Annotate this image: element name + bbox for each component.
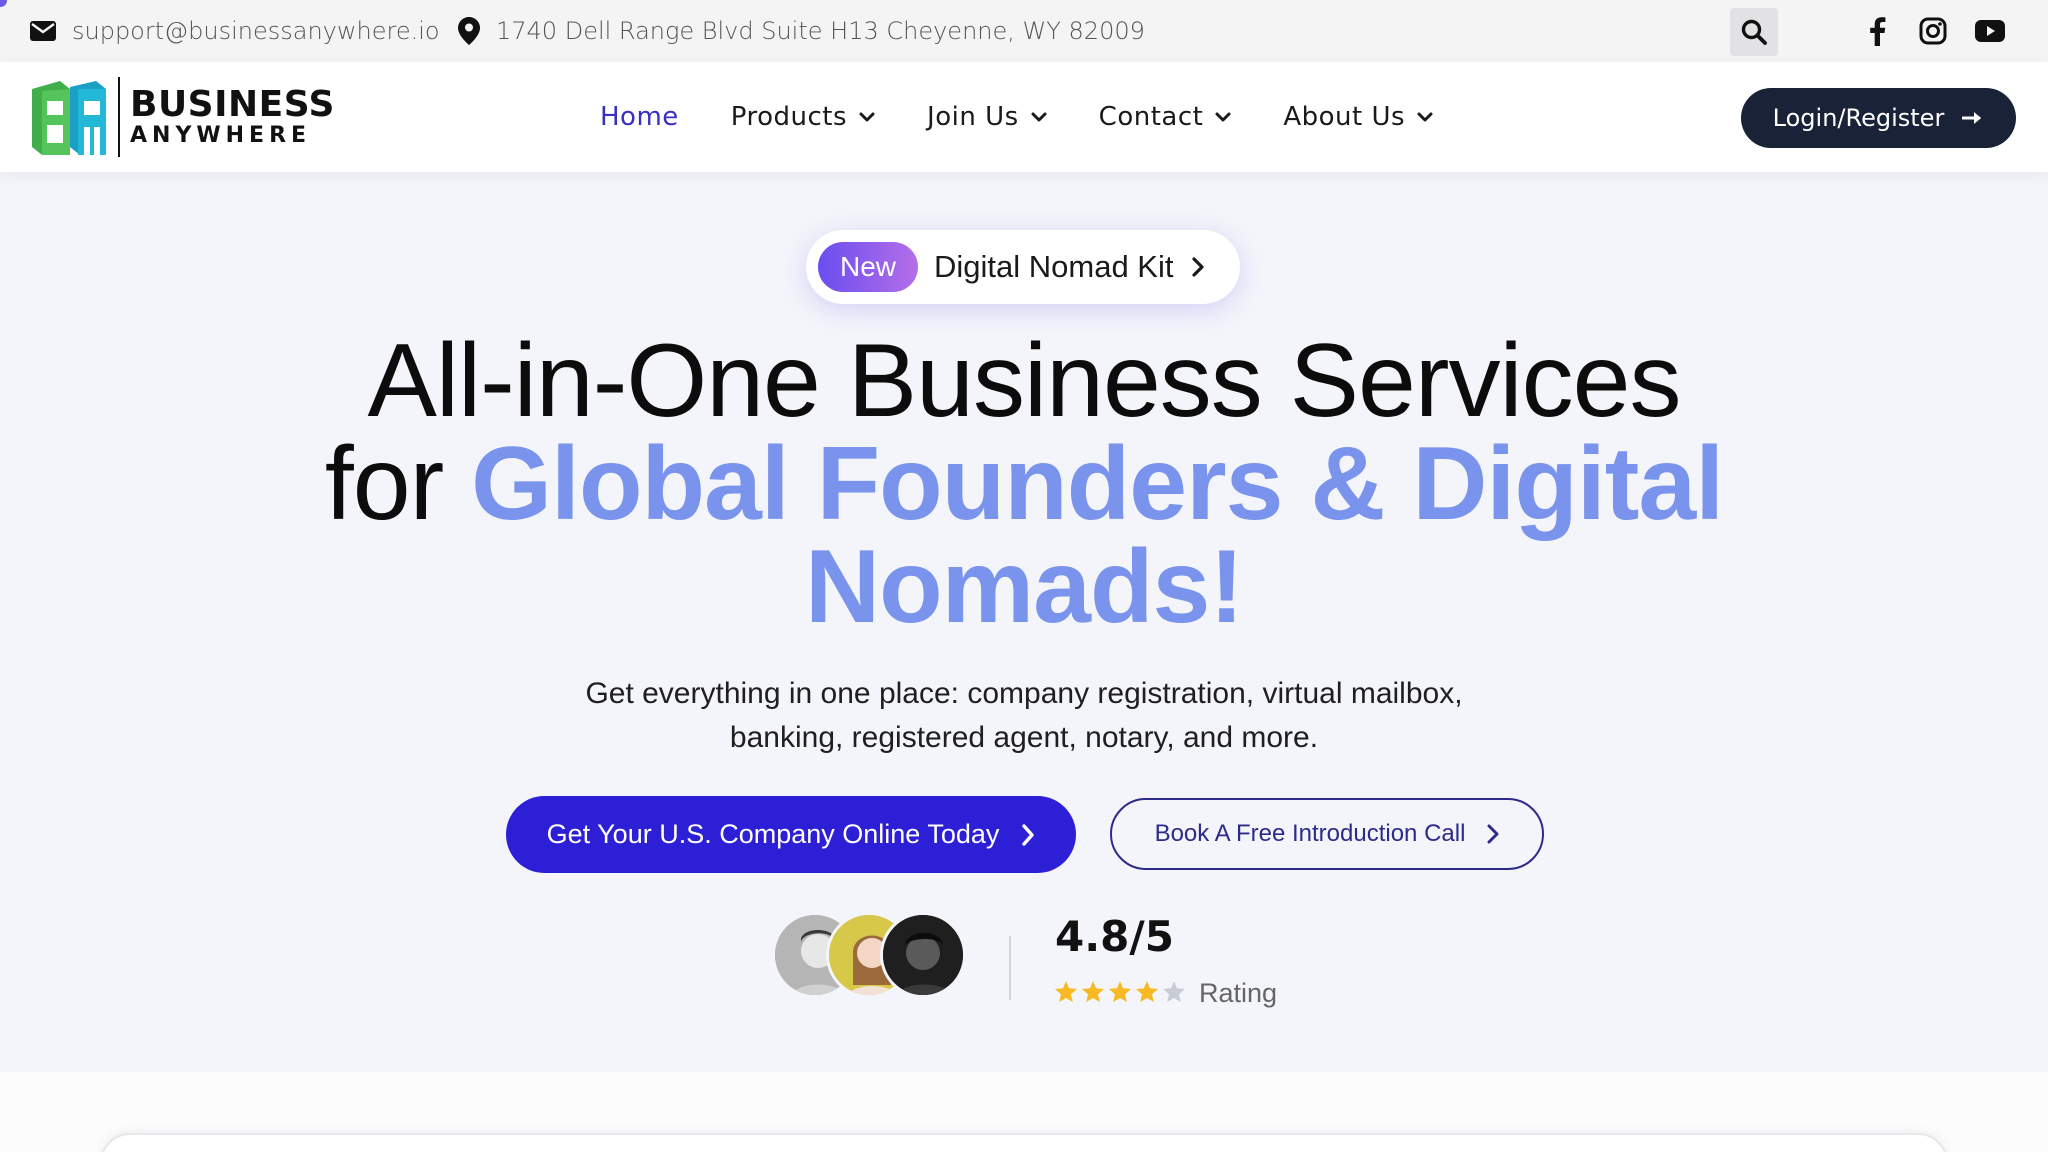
avatar <box>880 912 966 998</box>
login-register-label: Login/Register <box>1772 104 1945 132</box>
nav-item-label: Contact <box>1098 102 1204 132</box>
headline-accent-1: Global Founders & Digital <box>471 426 1724 542</box>
star-filled-icon <box>1136 981 1158 1002</box>
top-contact-bar: support@businessanywhere.io 1740 Dell Ra… <box>0 0 2048 62</box>
instagram-icon <box>1919 17 1947 45</box>
youtube-icon <box>1975 20 2005 42</box>
nav-item-join-us[interactable]: Join Us <box>927 102 1047 132</box>
nav-item-label: Join Us <box>927 102 1019 132</box>
nav-item-label: Products <box>730 102 848 132</box>
chevron-down-icon <box>1417 112 1433 122</box>
main-nav: Home Products Join Us Contact About Us <box>600 62 1485 172</box>
digital-nomad-kit-badge[interactable]: New Digital Nomad Kit <box>806 230 1240 304</box>
get-company-online-button[interactable]: Get Your U.S. Company Online Today <box>506 796 1076 873</box>
facebook-icon <box>1870 17 1886 46</box>
star-filled-icon <box>1109 981 1131 1002</box>
badge-label: Digital Nomad Kit <box>934 249 1174 284</box>
logo-line2: ANYWHERE <box>130 123 312 148</box>
nav-item-label: About Us <box>1283 102 1406 132</box>
nav-item-label: Home <box>600 102 679 132</box>
star-filled-icon <box>1082 981 1104 1002</box>
login-register-button[interactable]: Login/Register <box>1741 88 2016 148</box>
cta-secondary-label: Book A Free Introduction Call <box>1154 820 1466 847</box>
hero-subtext-line1: Get everything in one place: company reg… <box>585 677 1463 710</box>
headline-accent-2: Nomads! <box>805 529 1244 645</box>
main-header: BUSINESS ANYWHERE Home Products Join Us … <box>0 62 2048 172</box>
arrow-right-icon <box>1962 112 1982 124</box>
facebook-link[interactable] <box>1860 14 1894 48</box>
contact-email[interactable]: support@businessanywhere.io <box>30 0 440 62</box>
logo-line1: BUSINESS <box>130 84 335 125</box>
new-tag: New <box>818 242 918 292</box>
nav-item-home[interactable]: Home <box>600 102 679 132</box>
hero-section: New Digital Nomad Kit All-in-One Busines… <box>0 172 2048 1072</box>
chevron-down-icon <box>859 112 875 122</box>
chevron-right-icon <box>1487 824 1499 844</box>
instagram-link[interactable] <box>1916 14 1950 48</box>
logo-mark-icon <box>32 81 106 155</box>
nav-item-contact[interactable]: Contact <box>1099 102 1232 132</box>
headline-for: for <box>324 426 444 542</box>
star-empty-icon <box>1163 981 1185 1002</box>
logo-divider <box>118 77 120 157</box>
star-filled-icon <box>1055 981 1077 1002</box>
rating-divider <box>1009 936 1011 1000</box>
chevron-down-icon <box>1215 112 1231 122</box>
chevron-right-icon <box>1022 823 1035 846</box>
headline-line1: All-in-One Business Services <box>367 323 1682 439</box>
logo-wordmark: BUSINESS ANYWHERE <box>130 87 335 147</box>
next-section-card <box>100 1133 1948 1152</box>
customer-avatars <box>772 912 972 1002</box>
nav-item-about-us[interactable]: About Us <box>1283 102 1433 132</box>
person-avatar-icon <box>883 915 963 995</box>
map-pin-icon <box>458 17 480 45</box>
contact-address[interactable]: 1740 Dell Range Blvd Suite H13 Cheyenne,… <box>458 0 1145 62</box>
contact-email-text: support@businessanywhere.io <box>72 17 440 45</box>
hero-headline: All-in-One Business Services for Global … <box>200 329 1848 639</box>
hero-subtext-line2: banking, registered agent, notary, and m… <box>729 721 1319 754</box>
hero-subtext: Get everything in one place: company reg… <box>474 672 1574 760</box>
search-button[interactable] <box>1730 8 1778 56</box>
search-icon <box>1741 19 1767 45</box>
cta-primary-label: Get Your U.S. Company Online Today <box>546 819 1000 849</box>
youtube-link[interactable] <box>1973 14 2007 48</box>
envelope-icon <box>30 21 56 41</box>
nav-item-products[interactable]: Products <box>731 102 875 132</box>
chevron-right-icon <box>1192 257 1205 277</box>
rating-value: 4.8/5 <box>1055 912 1174 961</box>
book-intro-call-button[interactable]: Book A Free Introduction Call <box>1110 798 1544 870</box>
corner-dot <box>0 0 7 7</box>
logo[interactable]: BUSINESS ANYWHERE <box>30 76 335 158</box>
rating-label: Rating <box>1199 978 1278 1008</box>
contact-address-text: 1740 Dell Range Blvd Suite H13 Cheyenne,… <box>496 17 1145 45</box>
chevron-down-icon <box>1031 112 1047 122</box>
star-rating <box>1054 980 1189 1003</box>
